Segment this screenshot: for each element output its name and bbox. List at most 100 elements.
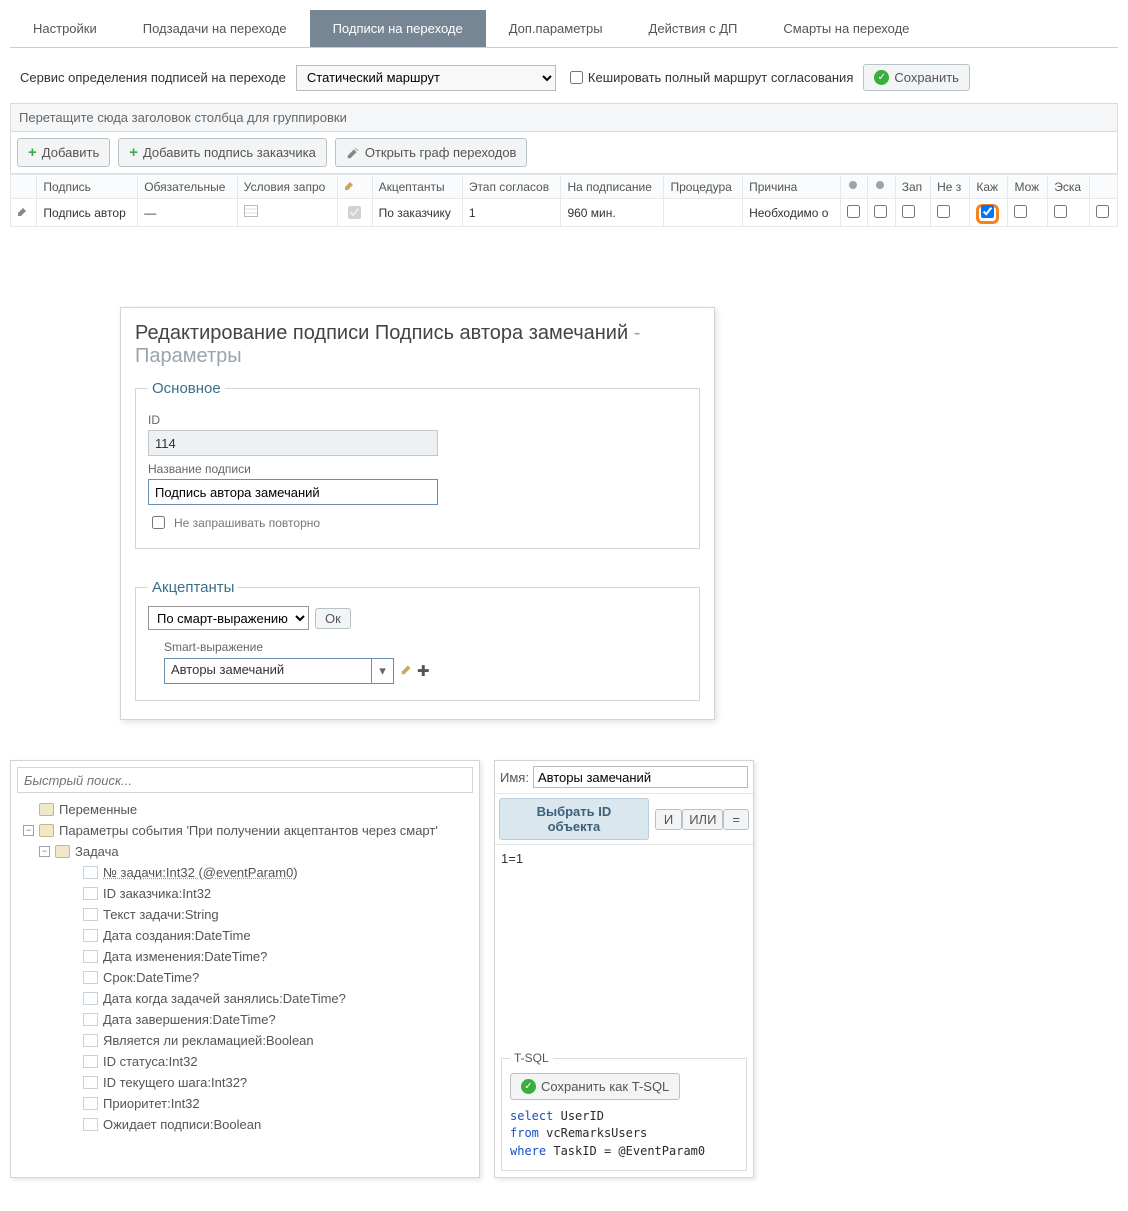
pencil-icon <box>344 179 356 191</box>
tree-item-3[interactable]: Дата создания:DateTime <box>67 925 473 946</box>
tab-4[interactable]: Действия с ДП <box>626 10 761 47</box>
save-button[interactable]: ✓ Сохранить <box>863 64 970 91</box>
tree-item-5[interactable]: Срок:DateTime? <box>67 967 473 988</box>
tree-item-10[interactable]: ID текущего шага:Int32? <box>67 1072 473 1093</box>
tab-3[interactable]: Доп.параметры <box>486 10 626 47</box>
cell-flag-1[interactable] <box>868 199 895 227</box>
main-tabs: НастройкиПодзадачи на переходеПодписи на… <box>10 10 1118 48</box>
tree-item-1[interactable]: ID заказчика:Int32 <box>67 883 473 904</box>
eq-button[interactable]: = <box>723 809 749 830</box>
grid-col-16[interactable]: Эска <box>1048 175 1090 199</box>
grid-col-9[interactable]: Причина <box>743 175 841 199</box>
cache-checkbox-label[interactable]: Кешировать полный маршрут согласования <box>566 68 853 87</box>
grid-col-5[interactable]: Акцептанты <box>372 175 462 199</box>
gear-icon <box>847 179 859 191</box>
cell-flag-6[interactable] <box>1048 199 1090 227</box>
grid-col-15[interactable]: Мож <box>1008 175 1048 199</box>
grid-col-3[interactable]: Условия запро <box>237 175 337 199</box>
open-graph-button[interactable]: Открыть граф переходов <box>335 138 528 167</box>
acceptor-type-select[interactable]: По смарт-выражению <box>148 606 309 630</box>
check-icon: ✓ <box>521 1079 536 1094</box>
grid-toolbar: + Добавить + Добавить подпись заказчика … <box>10 132 1118 174</box>
grid-col-12[interactable]: Зап <box>895 175 930 199</box>
cell-flag-3[interactable] <box>931 199 970 227</box>
save-tsql-button[interactable]: ✓ Сохранить как T-SQL <box>510 1073 680 1100</box>
cache-checkbox[interactable] <box>570 71 583 84</box>
grid-add-customer-button[interactable]: + Добавить подпись заказчика <box>118 138 327 167</box>
cell-query-cond[interactable] <box>237 199 337 227</box>
field-icon <box>83 866 98 879</box>
select-id-button[interactable]: Выбрать ID объекта <box>499 798 649 840</box>
params-tree[interactable]: Переменные−Параметры события 'При получе… <box>11 799 479 1135</box>
gear-icon <box>874 179 886 191</box>
smart-expr-select[interactable]: Авторы замечаний ▾ <box>164 658 394 684</box>
row-edit[interactable] <box>11 199 37 227</box>
dont-reask-checkbox[interactable] <box>152 516 165 529</box>
tree-item-4[interactable]: Дата изменения:DateTime? <box>67 946 473 967</box>
grid-col-10[interactable] <box>840 175 867 199</box>
expr-name-label: Имя: <box>500 770 529 785</box>
search-input[interactable] <box>17 767 473 793</box>
edit-smart-icon[interactable] <box>400 662 414 680</box>
grid-add-button[interactable]: + Добавить <box>17 138 110 167</box>
field-icon <box>83 929 98 942</box>
tree-item-7[interactable]: Дата завершения:DateTime? <box>67 1009 473 1030</box>
cell-acceptors: По заказчику <box>372 199 462 227</box>
tree-item-8[interactable]: Является ли рекламацией:Boolean <box>67 1030 473 1051</box>
grid-col-8[interactable]: Процедура <box>664 175 743 199</box>
name-input[interactable] <box>148 479 438 505</box>
cell-stage: 1 <box>462 199 561 227</box>
cell-flag-7[interactable] <box>1090 199 1118 227</box>
expander-icon[interactable]: − <box>39 846 50 857</box>
route-select[interactable]: Статический маршрут <box>296 65 556 91</box>
tree-item-2[interactable]: Текст задачи:String <box>67 904 473 925</box>
smart-expr-label: Smart-выражение <box>164 640 687 654</box>
table-row[interactable]: Подпись автор—По заказчику1960 мин.Необх… <box>11 199 1118 227</box>
expander-icon[interactable]: − <box>23 825 34 836</box>
plus-icon: + <box>28 144 37 161</box>
cell-flag-5[interactable] <box>1008 199 1048 227</box>
tab-1[interactable]: Подзадачи на переходе <box>120 10 310 47</box>
cell-flag-2[interactable] <box>895 199 930 227</box>
tab-5[interactable]: Смарты на переходе <box>760 10 932 47</box>
cell-signature: Подпись автор <box>37 199 138 227</box>
grid-col-17[interactable] <box>1090 175 1118 199</box>
acceptor-ok-button[interactable]: Ок <box>315 608 351 629</box>
tree-item-0[interactable]: № задачи:Int32 (@eventParam0) <box>67 862 473 883</box>
tree-item-vars[interactable]: Переменные <box>23 799 473 820</box>
and-button[interactable]: И <box>655 809 682 830</box>
cell-flag-4[interactable] <box>970 199 1008 227</box>
tree-item-11[interactable]: Приоритет:Int32 <box>67 1093 473 1114</box>
cell-flag-0[interactable] <box>840 199 867 227</box>
fieldset-main-legend: Основное <box>148 380 225 397</box>
grid-col-2[interactable]: Обязательные <box>138 175 238 199</box>
grid-col-14[interactable]: Каж <box>970 175 1008 199</box>
grid-col-13[interactable]: Не з <box>931 175 970 199</box>
folder-icon <box>55 845 70 858</box>
field-icon <box>83 1013 98 1026</box>
expr-name-input[interactable] <box>533 766 748 788</box>
grid-col-4[interactable] <box>337 175 372 199</box>
grid-col-0[interactable] <box>11 175 37 199</box>
check-icon: ✓ <box>874 70 889 85</box>
tsql-legend: T-SQL <box>510 1051 553 1065</box>
tab-2[interactable]: Подписи на переходе <box>310 10 486 47</box>
condition-text[interactable]: 1=1 <box>495 845 753 1045</box>
tree-item-root2[interactable]: −Параметры события 'При получении акцепт… <box>23 820 473 841</box>
cell-check <box>348 206 361 219</box>
tab-0[interactable]: Настройки <box>10 10 120 47</box>
grid-col-6[interactable]: Этап согласов <box>462 175 561 199</box>
add-smart-icon[interactable]: ✚ <box>417 662 430 680</box>
tree-item-9[interactable]: ID статуса:Int32 <box>67 1051 473 1072</box>
tree-item-6[interactable]: Дата когда задачей занялись:DateTime? <box>67 988 473 1009</box>
tree-item-task[interactable]: −Задача <box>39 841 473 862</box>
group-bar[interactable]: Перетащите сюда заголовок столбца для гр… <box>10 103 1118 132</box>
field-icon <box>83 950 98 963</box>
tree-item-12[interactable]: Ожидает подписи:Boolean <box>67 1114 473 1135</box>
or-button[interactable]: ИЛИ <box>682 809 723 830</box>
grid-col-1[interactable]: Подпись <box>37 175 138 199</box>
field-icon <box>83 1097 98 1110</box>
grid-col-11[interactable] <box>868 175 895 199</box>
chevron-down-icon[interactable]: ▾ <box>371 659 393 683</box>
grid-col-7[interactable]: На подписание <box>561 175 664 199</box>
